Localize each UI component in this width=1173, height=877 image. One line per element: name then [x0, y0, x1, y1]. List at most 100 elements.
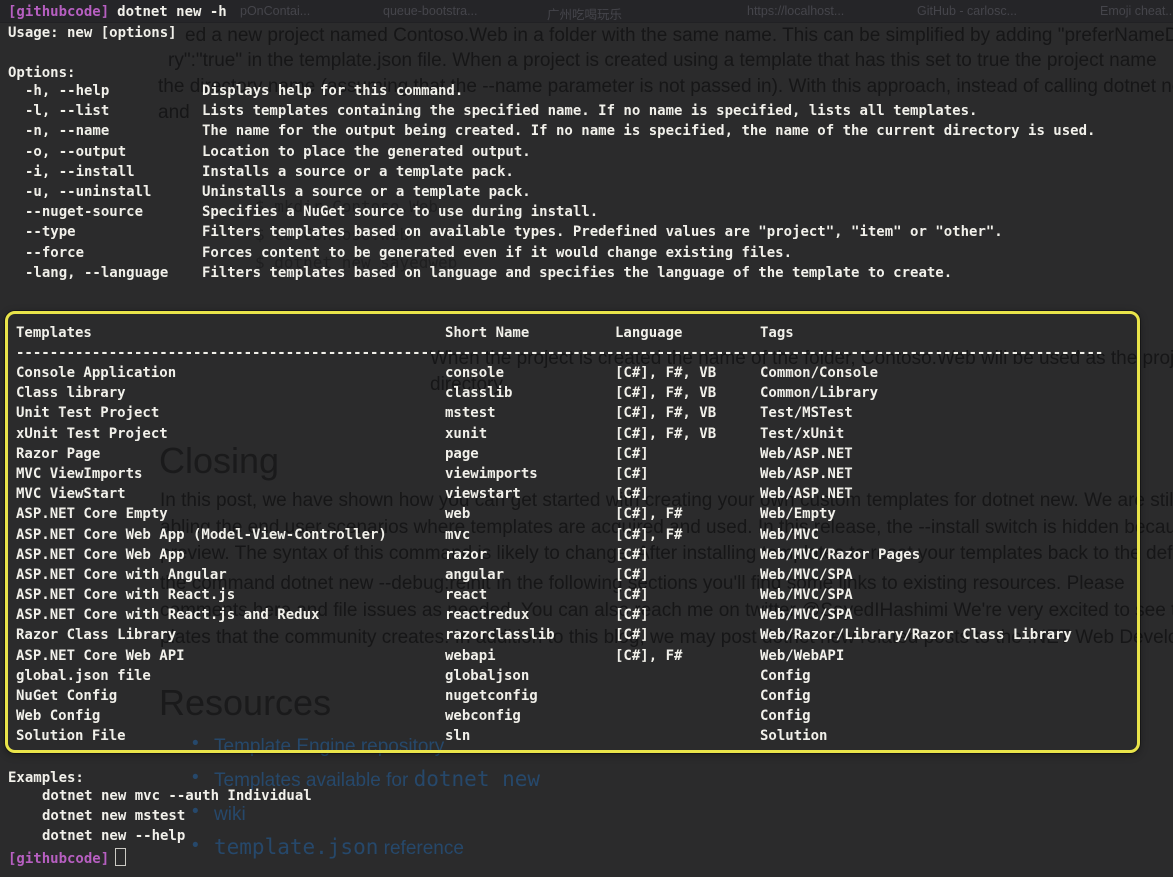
option-description: Filters templates based on available typ…	[202, 224, 1003, 240]
tags-cell: Common/Console	[760, 365, 878, 381]
table-row: ASP.NET Core Web APIwebapi[C#], F#Web/We…	[8, 648, 1131, 668]
option-row: -n, --name The name for the output being …	[0, 123, 1173, 143]
short-name-cell: xunit	[445, 426, 487, 442]
options-list: -h, --helpDisplays help for this command…	[0, 83, 1173, 285]
option-row: --nuget-source Specifies a NuGet source t…	[0, 204, 1173, 224]
tags-cell: Test/xUnit	[760, 426, 844, 442]
language-cell: [C#]	[615, 547, 649, 563]
table-row: Unit Test Projectmstest[C#], F#, VBTest/…	[8, 405, 1131, 425]
language-cell: [C#]	[615, 567, 649, 583]
option-flag: --force	[25, 245, 84, 261]
short-name-cell: viewimports	[445, 466, 538, 482]
template-name-cell: xUnit Test Project	[16, 426, 168, 442]
language-cell: [C#], F#, VB	[615, 365, 716, 381]
table-row: global.json file globaljson Config	[8, 668, 1131, 688]
template-name-cell: ASP.NET Core Empty	[16, 506, 168, 522]
table-row: ASP.NET Core with React.js and Reduxreac…	[8, 607, 1131, 627]
table-row: Solution FileslnSolution	[8, 728, 1131, 748]
templates-table: Console Applicationconsole[C#], F#, VBCo…	[8, 365, 1131, 749]
template-name-cell: Unit Test Project	[16, 405, 159, 421]
option-description: Installs a source or a template pack.	[202, 164, 514, 180]
template-name-cell: global.json file	[16, 668, 151, 684]
short-name-cell: webconfig	[445, 708, 521, 724]
template-name-cell: Console Application	[16, 365, 176, 381]
template-name-cell: Razor Page	[16, 446, 100, 462]
example-command: dotnet new --help	[42, 828, 312, 848]
tags-cell: Web/MVC/SPA	[760, 607, 853, 623]
template-name-cell: NuGet Config	[16, 688, 117, 704]
language-cell: [C#]	[615, 486, 649, 502]
template-name-cell: ASP.NET Core with Angular	[16, 567, 227, 583]
short-name-cell: angular	[445, 567, 504, 583]
option-description: Filters templates based on language and …	[202, 265, 952, 281]
short-name-cell: webapi	[445, 648, 496, 664]
language-cell: [C#], F#	[615, 648, 682, 664]
example-command: dotnet new mvc --auth Individual	[42, 788, 312, 808]
table-row: Web Config webconfig Config	[8, 708, 1131, 728]
option-flag: -u, --uninstall	[25, 184, 151, 200]
template-name-cell: Web Config	[16, 708, 100, 724]
table-row: Razor Pagepage[C#]Web/ASP.NET	[8, 446, 1131, 466]
table-row: NuGet ConfignugetconfigConfig	[8, 688, 1131, 708]
option-description: The name for the output being created. I…	[202, 123, 1095, 139]
option-description: Lists templates containing the specified…	[202, 103, 977, 119]
language-cell: [C#], F#	[615, 506, 682, 522]
table-row: Class libraryclasslib[C#], F#, VBCommon/…	[8, 385, 1131, 405]
tags-cell: Web/Razor/Library/Razor Class Library	[760, 627, 1072, 643]
short-name-cell: sln	[445, 728, 470, 744]
tags-cell: Config	[760, 668, 811, 684]
table-row: Console Applicationconsole[C#], F#, VBCo…	[8, 365, 1131, 385]
short-name-cell: razorclasslib	[445, 627, 555, 643]
short-name-cell: classlib	[445, 385, 512, 401]
templates-box: Templates Short Name Language Tags -----…	[5, 311, 1140, 753]
option-flag: -lang, --language	[25, 265, 168, 281]
template-name-cell: ASP.NET Core Web API	[16, 648, 185, 664]
tags-cell: Web/MVC/SPA	[760, 587, 853, 603]
option-row: -u, --uninstallUninstalls a source or a …	[0, 184, 1173, 204]
template-name-cell: ASP.NET Core with React.js	[16, 587, 235, 603]
option-flag: -n, --name	[25, 123, 109, 139]
option-row: --force Forces content to be generated ev…	[0, 245, 1173, 265]
template-name-cell: ASP.NET Core Web App	[16, 547, 185, 563]
table-row: xUnit Test Project xunit [C#], F#, VB Test/…	[8, 426, 1131, 446]
option-flag: --type	[25, 224, 76, 240]
terminal-cursor[interactable]	[115, 848, 126, 866]
language-cell: [C#], F#, VB	[615, 426, 716, 442]
short-name-cell: react	[445, 587, 487, 603]
option-row: -i, --install Installs a source or a temp…	[0, 164, 1173, 184]
template-name-cell: MVC ViewStart	[16, 486, 126, 502]
option-description: Specifies a NuGet source to use during i…	[202, 204, 598, 220]
option-flag: --nuget-source	[25, 204, 143, 220]
table-row: ASP.NET Core Web Apprazor[C#]Web/MVC/Raz…	[8, 547, 1131, 567]
option-flag: -o, --output	[25, 144, 126, 160]
terminal-overlay[interactable]: [githubcode]dotnet new -h Usage: new [op…	[0, 0, 1173, 877]
examples-title: Examples:	[8, 768, 84, 788]
tags-cell: Web/ASP.NET	[760, 446, 853, 462]
tags-cell: Web/ASP.NET	[760, 466, 853, 482]
language-cell: [C#]	[615, 607, 649, 623]
command-line: [githubcode] dotnet new -h	[8, 2, 227, 22]
column-header-language: Language	[615, 325, 682, 341]
short-name-cell: mstest	[445, 405, 496, 421]
table-row: MVC ViewImportsviewimports[C#]Web/ASP.NE…	[8, 466, 1131, 486]
tags-cell: Web/Empty	[760, 506, 836, 522]
option-description: Displays help for this command.	[202, 83, 463, 99]
tags-cell: Config	[760, 708, 811, 724]
option-description: Forces content to be generated even if i…	[202, 245, 792, 261]
short-name-cell: globaljson	[445, 668, 529, 684]
short-name-cell: mvc	[445, 527, 470, 543]
option-row: -o, --output Location to place the genera…	[0, 144, 1173, 164]
short-name-cell: reactredux	[445, 607, 529, 623]
tags-cell: Common/Library	[760, 385, 878, 401]
tags-cell: Config	[760, 688, 811, 704]
option-flag: -l, --list	[25, 103, 109, 119]
table-row: ASP.NET Core with Angularangular[C#]Web/…	[8, 567, 1131, 587]
command-text: dotnet new -h	[117, 4, 227, 20]
table-row: ASP.NET Core Emptyweb[C#], F#Web/Empty	[8, 506, 1131, 526]
input-prompt-line[interactable]: [githubcode]	[8, 848, 126, 869]
option-flag: -i, --install	[25, 164, 135, 180]
language-cell: [C#]	[615, 446, 649, 462]
table-separator: ----------------------------------------…	[16, 345, 1102, 361]
option-description: Location to place the generated output.	[202, 144, 531, 160]
prompt-label: [githubcode]	[8, 4, 109, 20]
